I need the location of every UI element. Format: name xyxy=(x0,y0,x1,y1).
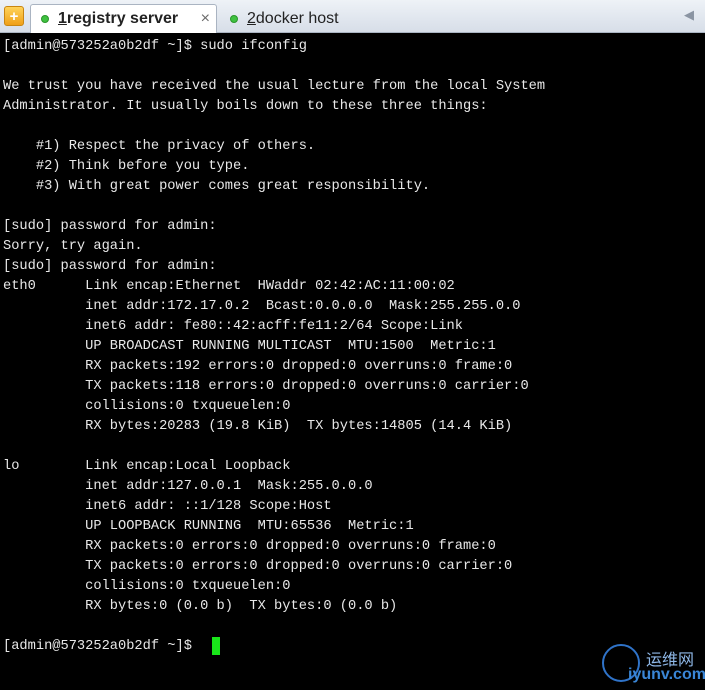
tab-title: registry server xyxy=(66,10,179,27)
terminal-line: RX packets:192 errors:0 dropped:0 overru… xyxy=(3,359,513,374)
terminal-line: UP BROADCAST RUNNING MULTICAST MTU:1500 … xyxy=(3,339,496,354)
terminal-line: [sudo] password for admin: xyxy=(3,259,217,274)
terminal-line: We trust you have received the usual lec… xyxy=(3,79,546,94)
terminal-line: RX packets:0 errors:0 dropped:0 overruns… xyxy=(3,539,496,554)
tab-bar: + 1 registry server × 2 docker host ◀ xyxy=(0,0,705,33)
terminal-line: TX packets:118 errors:0 dropped:0 overru… xyxy=(3,379,529,394)
terminal-line: UP LOOPBACK RUNNING MTU:65536 Metric:1 xyxy=(3,519,414,534)
terminal-line: [admin@573252a0b2df ~]$ xyxy=(3,639,201,654)
plus-icon: + xyxy=(9,7,19,25)
terminal-line: [admin@573252a0b2df ~]$ sudo ifconfig xyxy=(3,39,307,54)
connection-status-icon xyxy=(230,14,238,23)
close-icon[interactable]: × xyxy=(201,10,210,28)
terminal-line: #1) Respect the privacy of others. xyxy=(3,139,316,154)
terminal-line: lo Link encap:Local Loopback xyxy=(3,459,291,474)
terminal-output[interactable]: [admin@573252a0b2df ~]$ sudo ifconfig We … xyxy=(0,33,705,690)
tab-docker-host[interactable]: 2 docker host xyxy=(226,4,416,33)
tab-number: 2 xyxy=(247,9,256,27)
new-tab-button[interactable]: + xyxy=(4,6,24,26)
tab-number: 1 xyxy=(58,10,67,27)
terminal-line: [sudo] password for admin: xyxy=(3,219,217,234)
terminal-line: Sorry, try again. xyxy=(3,239,143,254)
terminal-line: collisions:0 txqueuelen:0 xyxy=(3,579,291,594)
tab-scroll-left-icon[interactable]: ◀ xyxy=(684,7,694,23)
terminal-line: RX bytes:0 (0.0 b) TX bytes:0 (0.0 b) xyxy=(3,599,398,614)
terminal-line: Administrator. It usually boils down to … xyxy=(3,99,488,114)
tab-registry-server[interactable]: 1 registry server × xyxy=(30,4,217,33)
terminal-line: inet6 addr: ::1/128 Scope:Host xyxy=(3,499,332,514)
terminal-line: TX packets:0 errors:0 dropped:0 overruns… xyxy=(3,559,513,574)
terminal-line: RX bytes:20283 (19.8 KiB) TX bytes:14805… xyxy=(3,419,513,434)
watermark-text-en: iyunv.com xyxy=(628,666,705,683)
terminal-line: inet addr:172.17.0.2 Bcast:0.0.0.0 Mask:… xyxy=(3,299,521,314)
connection-status-icon xyxy=(41,15,49,23)
watermark-logo: 运维网 iyunv.com xyxy=(602,644,705,688)
terminal-line: #3) With great power comes great respons… xyxy=(3,179,431,194)
tab-title: docker host xyxy=(255,9,339,27)
terminal-line: collisions:0 txqueuelen:0 xyxy=(3,399,291,414)
terminal-line: inet6 addr: fe80::42:acff:fe11:2/64 Scop… xyxy=(3,319,463,334)
terminal-cursor xyxy=(212,637,220,655)
terminal-line: eth0 Link encap:Ethernet HWaddr 02:42:AC… xyxy=(3,279,455,294)
terminal-line: inet addr:127.0.0.1 Mask:255.0.0.0 xyxy=(3,479,373,494)
terminal-line: #2) Think before you type. xyxy=(3,159,250,174)
